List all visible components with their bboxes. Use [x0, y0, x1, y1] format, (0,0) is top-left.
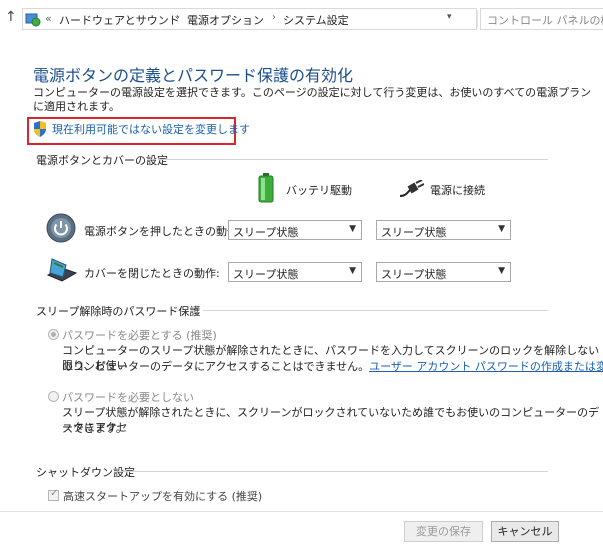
- divider: [203, 310, 548, 311]
- up-arrow-icon[interactable]: ↑: [5, 9, 17, 25]
- change-unavailable-settings-link[interactable]: 現在利用可能ではない設定を変更します: [52, 121, 250, 137]
- cancel-button[interactable]: キャンセル: [491, 521, 559, 542]
- select-value: スリープ状態: [381, 268, 447, 281]
- no-password-desc-line2: スできます。: [62, 422, 127, 435]
- divider: [118, 471, 548, 472]
- lid-action-label: カバーを閉じたときの動作:: [84, 267, 220, 280]
- divider: [158, 159, 548, 160]
- laptop-lid-icon: [46, 258, 78, 282]
- require-password-radio[interactable]: [48, 329, 59, 340]
- search-input[interactable]: コントロール パネルの検索: [480, 8, 603, 30]
- chevron-down-icon: ▼: [498, 266, 505, 276]
- chevron-down-icon: ▼: [349, 266, 356, 276]
- no-password-radio[interactable]: [48, 391, 59, 402]
- breadcrumb-hardware-sound[interactable]: ハードウェアとサウンド: [59, 12, 180, 28]
- uac-shield-icon: [34, 121, 46, 137]
- battery-icon: [258, 173, 274, 203]
- breadcrumb[interactable]: « ハードウェアとサウンド › 電源オプション › システム設定 ▾ ↻: [22, 8, 493, 30]
- chevron-down-icon: ▼: [498, 224, 505, 234]
- fast-startup-label[interactable]: 高速スタートアップを有効にする (推奨): [63, 488, 262, 504]
- power-button-action-label: 電源ボタンを押したときの動作:: [84, 225, 242, 238]
- battery-column-label: バッテリ駆動: [286, 184, 352, 197]
- address-bar: ↑ « ハードウェアとサウンド › 電源オプション › システム設定 ▾ ↻ コ…: [0, 0, 603, 36]
- page-description: コンピューターの電源設定を選択できます。このページの設定に対して行う変更は、お使…: [33, 86, 592, 113]
- radio-selected-dot: [51, 332, 56, 337]
- power-button-icon: [46, 213, 76, 243]
- lid-battery-select[interactable]: スリープ状態 ▼: [228, 262, 362, 282]
- fast-startup-checkbox[interactable]: ✓: [48, 488, 59, 501]
- page-title: 電源ボタンの定義とパスワード保護の有効化: [33, 66, 354, 85]
- lid-plugged-select[interactable]: スリープ状態 ▼: [376, 262, 511, 282]
- save-changes-button[interactable]: 変更の保存: [404, 521, 483, 542]
- shutdown-section-title: シャットダウン設定: [36, 466, 135, 479]
- no-password-desc-line1: スリープ状態が解除されたときに、スクリーンがロックされていないため誰でもお使いの…: [62, 406, 600, 434]
- select-value: スリープ状態: [381, 226, 447, 239]
- chevron-right-icon[interactable]: ›: [176, 12, 180, 23]
- select-value: スリープ状態: [233, 226, 299, 239]
- require-password-desc-line2: のコンピューターのデータにアクセスすることはできません。ユーザー アカウント パ…: [62, 359, 603, 374]
- desc-text: のコンピューターのデータにアクセスすることはできません。: [62, 360, 370, 373]
- chevron-right-icon[interactable]: ›: [272, 12, 276, 23]
- chevron-down-icon: ▼: [349, 224, 356, 234]
- password-section-title: スリープ解除時のパスワード保護: [36, 305, 201, 318]
- breadcrumb-prefix[interactable]: «: [45, 12, 52, 25]
- power-section-title: 電源ボタンとカバーの設定: [36, 154, 168, 167]
- search-placeholder: コントロール パネルの検索: [487, 14, 603, 27]
- checkmark-icon: ✓: [50, 488, 59, 499]
- power-button-battery-select[interactable]: スリープ状態 ▼: [228, 220, 362, 240]
- select-value: スリープ状態: [233, 268, 299, 281]
- create-password-link[interactable]: ユーザー アカウント パスワードの作成または変更: [369, 360, 603, 373]
- power-button-plugged-select[interactable]: スリープ状態 ▼: [376, 220, 511, 240]
- plugged-column-label: 電源に接続: [430, 184, 485, 197]
- breadcrumb-power-options[interactable]: 電源オプション: [187, 12, 264, 28]
- chevron-down-icon[interactable]: ▾: [447, 12, 452, 22]
- footer-divider: [0, 511, 603, 512]
- require-password-label[interactable]: パスワードを必要とする (推奨): [62, 327, 217, 343]
- breadcrumb-system-settings[interactable]: システム設定: [283, 12, 349, 28]
- power-plug-icon: [399, 180, 424, 197]
- no-password-label[interactable]: パスワードを必要としない: [62, 389, 194, 405]
- control-panel-icon: [25, 13, 41, 27]
